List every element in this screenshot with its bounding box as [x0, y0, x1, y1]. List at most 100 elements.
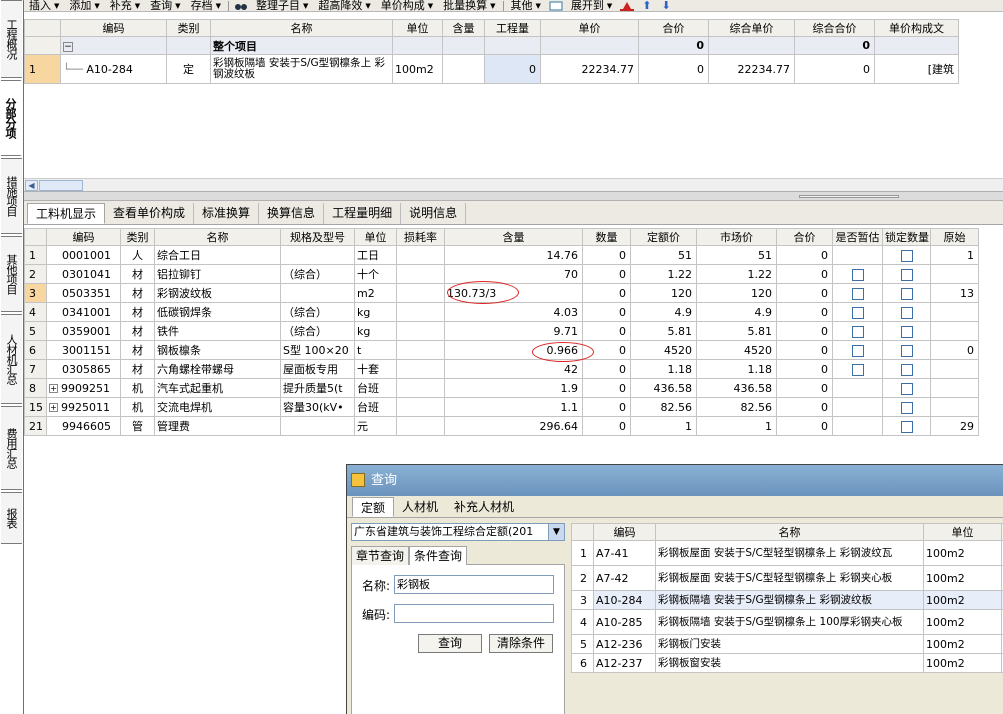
resource-type[interactable]: 材	[120, 359, 155, 379]
resource-unit[interactable]: t	[354, 340, 397, 360]
group-row[interactable]: − 整个项目 0 0	[24, 36, 959, 55]
detail-tab-1[interactable]: 工料机显示	[27, 203, 106, 224]
toolbar-button-6[interactable]: 整理子目 ▼	[251, 0, 313, 11]
result-row[interactable]: 2A7-42彩钢板屋面 安装于S/C型轻型钢檩条上 彩钢夹心板100m221	[571, 565, 1003, 591]
column-header[interactable]: 数量	[582, 228, 631, 246]
scroll-left-icon[interactable]: ◀	[25, 180, 38, 191]
provisional-checkbox[interactable]	[851, 306, 864, 319]
search-button[interactable]: 查询	[418, 634, 482, 653]
result-unit[interactable]: 100m2	[923, 653, 1002, 673]
resource-market-price[interactable]: 1	[696, 416, 777, 436]
column-header[interactable]: 编码	[60, 19, 167, 37]
resource-unit[interactable]: m2	[354, 283, 397, 303]
table-row[interactable]: 5 0359001 材铁件 （综合） kg 9.71 0 5.81 5.81 0	[24, 321, 979, 341]
lock-quantity-checkbox[interactable]	[900, 268, 913, 281]
clear-conditions-button[interactable]: 清除条件	[489, 634, 553, 653]
resource-market-price[interactable]: 436.58	[696, 378, 777, 398]
column-header[interactable]: 单价	[540, 19, 639, 37]
column-header[interactable]: 单位	[923, 523, 1002, 541]
detail-tab-2[interactable]: 查看单价构成	[105, 203, 195, 224]
move-up-icon[interactable]: ⬆	[637, 0, 656, 11]
library-select[interactable]: 广东省建筑与装饰工程综合定额(201 ▼	[351, 523, 565, 541]
table-row[interactable]: 7 0305865 材六角螺栓带螺母 屋面板专用 十套 42 0 1.18 1.18 0	[24, 359, 979, 379]
resource-name[interactable]: 汽车式起重机	[154, 378, 281, 398]
column-header[interactable]: 综合合价	[794, 19, 875, 37]
expand-plus-icon[interactable]: +	[49, 403, 58, 412]
column-header[interactable]: 含量	[442, 19, 485, 37]
provisional-checkbox[interactable]	[851, 325, 864, 338]
provisional-checkbox[interactable]	[851, 344, 864, 357]
resource-loss[interactable]	[396, 340, 445, 360]
resource-name[interactable]: 六角螺栓带螺母	[154, 359, 281, 379]
resource-code[interactable]: 0301041	[46, 264, 121, 284]
resource-type[interactable]: 材	[120, 264, 155, 284]
resource-type[interactable]: 机	[120, 378, 155, 398]
result-row[interactable]: 3A10-284彩钢板隔墙 安装于S/G型钢檩条上 彩钢波纹板100m222	[571, 590, 1003, 610]
lock-quantity-checkbox[interactable]	[900, 420, 913, 433]
resource-unit[interactable]: 工日	[354, 245, 397, 265]
resource-market-price[interactable]: 4520	[696, 340, 777, 360]
lock-quantity-checkbox[interactable]	[900, 401, 913, 414]
resource-unit[interactable]: 台班	[354, 397, 397, 417]
resource-spec[interactable]	[280, 416, 355, 436]
resource-hanliang[interactable]: 9.71	[444, 321, 583, 341]
result-code[interactable]: A12-237	[593, 653, 656, 673]
resource-unit[interactable]: 台班	[354, 378, 397, 398]
resource-name[interactable]: 管理费	[154, 416, 281, 436]
column-header[interactable]: 类别	[166, 19, 211, 37]
column-header[interactable]: 综合单价	[708, 19, 795, 37]
item-unit[interactable]: 100m2	[392, 54, 443, 84]
resource-code[interactable]: 0001001	[46, 245, 121, 265]
resource-loss[interactable]	[396, 302, 445, 322]
resource-hanliang[interactable]: 70	[444, 264, 583, 284]
resource-hanliang[interactable]: 296.64	[444, 416, 583, 436]
column-header[interactable]: 锁定数量	[882, 228, 931, 246]
resource-code[interactable]: 0341001	[46, 302, 121, 322]
provisional-checkbox[interactable]	[851, 287, 864, 300]
resource-unit[interactable]: 十套	[354, 359, 397, 379]
resource-loss[interactable]	[396, 359, 445, 379]
resource-spec[interactable]: （综合）	[280, 321, 355, 341]
item-hanliang[interactable]	[442, 54, 485, 84]
resource-market-price[interactable]: 120	[696, 283, 777, 303]
resource-code[interactable]: +9925011	[46, 397, 121, 417]
resource-type[interactable]: 材	[120, 302, 155, 322]
result-unit[interactable]: 100m2	[923, 565, 1002, 591]
table-row[interactable]: 15 +9925011 机交流电焊机 容量30(kV• 台班 1.1 0 82.56 82.56…	[24, 397, 979, 417]
resource-name[interactable]: 铝拉铆钉	[154, 264, 281, 284]
result-code[interactable]: A10-285	[593, 609, 656, 635]
resource-name[interactable]: 综合工日	[154, 245, 281, 265]
column-header[interactable]: 类别	[120, 228, 155, 246]
resource-unit[interactable]: kg	[354, 302, 397, 322]
result-name[interactable]: 彩钢板隔墙 安装于S/G型钢檩条上 彩钢波纹板	[655, 590, 924, 610]
result-name[interactable]: 彩钢板屋面 安装于S/C型轻型钢檩条上 彩钢波纹瓦	[655, 540, 924, 566]
resource-market-price[interactable]: 82.56	[696, 397, 777, 417]
resource-spec[interactable]	[280, 283, 355, 303]
resource-type[interactable]: 材	[120, 340, 155, 360]
resource-loss[interactable]	[396, 283, 445, 303]
resource-unit[interactable]: 元	[354, 416, 397, 436]
toolbar-button-2[interactable]: 添加 ▼	[64, 0, 104, 11]
resource-spec[interactable]: S型 100×20	[280, 340, 355, 360]
resource-spec[interactable]: 容量30(kV•	[280, 397, 355, 417]
table-row[interactable]: 4 0341001 材低碳钢焊条 （综合） kg 4.03 0 4.9 4.9 0	[24, 302, 979, 322]
resource-unit[interactable]: 十个	[354, 264, 397, 284]
sidebar-tab-2[interactable]: 分部分项	[1, 80, 22, 156]
resource-loss[interactable]	[396, 245, 445, 265]
sidebar-tab-3[interactable]: 措施项目	[1, 158, 22, 234]
result-row[interactable]: 5 A12-236 彩钢板门安装 100m2	[571, 634, 1003, 654]
expand-plus-icon[interactable]: +	[49, 384, 58, 393]
column-header[interactable]: 损耗率	[396, 228, 445, 246]
resource-hanliang[interactable]: 4.03	[444, 302, 583, 322]
result-code[interactable]: A7-42	[593, 565, 656, 591]
chevron-down-icon[interactable]: ▼	[548, 524, 564, 540]
result-row[interactable]: 4 A10-285 彩钢板隔墙 安装于S/G型钢檩条上 100厚彩钢夹心板 100m2…	[571, 609, 1003, 635]
sidebar-tab-5[interactable]: 人材机汇总	[1, 314, 22, 404]
resource-name[interactable]: 彩钢波纹板	[154, 283, 281, 303]
column-header[interactable]: 编码	[593, 523, 656, 541]
column-header[interactable]: 原始	[930, 228, 979, 246]
detail-tab-6[interactable]: 说明信息	[401, 203, 467, 224]
column-header[interactable]: 单位	[354, 228, 397, 246]
scroll-thumb[interactable]	[39, 180, 83, 191]
column-header[interactable]: 定额价	[630, 228, 697, 246]
